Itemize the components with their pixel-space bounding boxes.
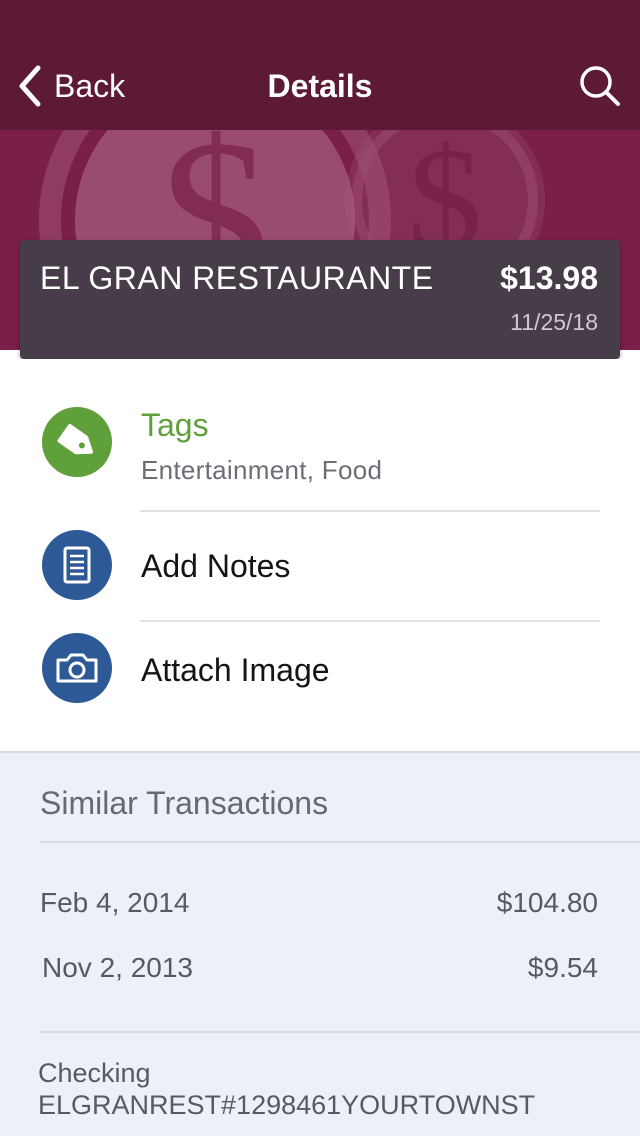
back-label: Back xyxy=(54,67,126,104)
account-info: Checking ELGRANREST#1298461YOURTOWNST xyxy=(38,1057,535,1121)
tags-row[interactable]: Tags Entertainment, Food xyxy=(0,359,640,511)
divider xyxy=(40,1031,640,1033)
section-title: Similar Transactions xyxy=(40,785,329,821)
search-button[interactable] xyxy=(578,64,622,108)
divider xyxy=(40,841,640,843)
tags-label: Tags xyxy=(141,407,209,443)
notes-icon xyxy=(42,530,112,600)
account-description: ELGRANREST#1298461YOURTOWNST xyxy=(38,1090,536,1120)
similar-transaction-row[interactable]: Nov 2, 2013 $9.54 xyxy=(0,952,640,1012)
tags-value: Entertainment, Food xyxy=(141,455,383,485)
attach-image-row[interactable]: Attach Image xyxy=(0,622,640,732)
transaction-actions: Tags Entertainment, Food Add Notes Attac… xyxy=(0,359,640,751)
similar-transaction-amount: $9.54 xyxy=(527,952,598,983)
attach-image-label: Attach Image xyxy=(141,652,330,688)
similar-transaction-row[interactable]: Feb 4, 2014 $104.80 xyxy=(0,887,640,947)
account-type: Checking xyxy=(38,1058,151,1088)
camera-icon xyxy=(42,633,112,703)
merchant-summary-card: EL GRAN RESTAURANTE $13.98 11/25/18 xyxy=(20,240,620,359)
tag-icon xyxy=(42,407,112,477)
transaction-amount: $13.98 xyxy=(500,260,598,296)
merchant-name: EL GRAN RESTAURANTE xyxy=(40,260,434,296)
add-notes-row[interactable]: Add Notes xyxy=(0,512,640,620)
chevron-left-icon xyxy=(19,65,41,107)
navigation-bar: Back Details xyxy=(0,0,640,130)
search-icon xyxy=(580,66,620,106)
similar-transactions-section: Similar Transactions Feb 4, 2014 $104.80… xyxy=(0,751,640,1136)
similar-transaction-date: Feb 4, 2014 xyxy=(40,887,190,918)
similar-transaction-date: Nov 2, 2013 xyxy=(42,952,193,983)
add-notes-label: Add Notes xyxy=(141,548,291,584)
similar-transaction-amount: $104.80 xyxy=(496,887,598,918)
back-button[interactable]: Back xyxy=(16,60,125,112)
transaction-date: 11/25/18 xyxy=(510,309,598,335)
